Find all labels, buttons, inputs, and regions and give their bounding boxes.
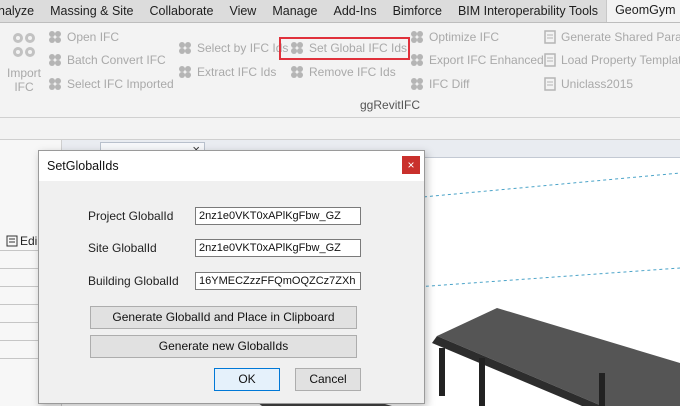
ribbon-bottom-strip xyxy=(0,118,680,140)
panel-title: ggRevitIFC xyxy=(360,98,421,112)
tab-manage[interactable]: Manage xyxy=(264,0,325,22)
select-ifc-imported-label: Select IFC Imported xyxy=(67,77,174,91)
generate-new-globalids-button[interactable]: Generate new GlobalIds xyxy=(90,335,357,358)
site-globalid-input[interactable] xyxy=(195,239,361,257)
generate-shared-param-button[interactable]: Generate Shared Param xyxy=(544,30,680,44)
batch-convert-ifc-button[interactable]: Batch Convert IFC xyxy=(48,53,166,67)
site-globalid-label: Site GlobalId xyxy=(88,241,157,255)
open-ifc-button[interactable]: Open IFC xyxy=(48,30,119,44)
document-icon xyxy=(544,77,556,91)
dialog-titlebar: SetGlobalIds × xyxy=(39,151,424,181)
set-global-ids-dialog: SetGlobalIds × Project GlobalId Site Glo… xyxy=(38,150,425,404)
import-ifc-button[interactable]: Import IFC xyxy=(4,29,44,94)
ifc-cluster-icon xyxy=(49,31,61,43)
ifc-cluster-icon xyxy=(411,31,423,43)
select-ifc-imported-button[interactable]: Select IFC Imported xyxy=(48,77,174,91)
ifc-cluster-icon xyxy=(291,66,303,78)
tab-view[interactable]: View xyxy=(221,0,264,22)
load-property-template-button[interactable]: Load Property Template xyxy=(544,53,680,67)
tab-bimforce[interactable]: Bimforce xyxy=(385,0,450,22)
extract-ifc-ids-label: Extract IFC Ids xyxy=(197,65,277,79)
tab-analyze[interactable]: nalyze xyxy=(0,0,42,22)
tab-geomgym[interactable]: GeomGym xyxy=(606,0,680,22)
ok-button[interactable]: OK xyxy=(214,368,280,391)
ifc-diff-label: IFC Diff xyxy=(429,77,470,91)
generate-shared-param-label: Generate Shared Param xyxy=(561,30,680,44)
export-ifc-enhanced-label: Export IFC Enhanced xyxy=(429,53,544,67)
export-ifc-enhanced-button[interactable]: Export IFC Enhanced xyxy=(410,53,544,67)
project-globalid-input[interactable] xyxy=(195,207,361,225)
tab-massing-site[interactable]: Massing & Site xyxy=(42,0,141,22)
set-global-ifc-ids-label: Set Global IFC Ids xyxy=(309,41,408,55)
close-icon[interactable]: × xyxy=(402,156,420,174)
open-ifc-label: Open IFC xyxy=(67,30,120,44)
tab-add-ins[interactable]: Add-Ins xyxy=(326,0,385,22)
ifc-cluster-icon xyxy=(411,78,423,90)
generate-clipboard-button[interactable]: Generate GlobalId and Place in Clipboard xyxy=(90,306,357,329)
optimize-ifc-label: Optimize IFC xyxy=(429,30,500,44)
ifc-cluster-icon xyxy=(49,54,61,66)
building-globalid-input[interactable] xyxy=(195,272,361,290)
edit-label: Edi xyxy=(20,234,38,248)
batch-convert-ifc-label: Batch Convert IFC xyxy=(67,53,166,67)
dialog-title: SetGlobalIds xyxy=(47,159,119,173)
ifc-cluster-icon xyxy=(291,42,303,54)
import-ifc-icon xyxy=(13,33,35,57)
remove-ifc-ids-label: Remove IFC Ids xyxy=(309,65,396,79)
select-by-ifc-ids-label: Select by IFC Ids xyxy=(197,41,289,55)
set-global-ifc-ids-button[interactable]: Set Global IFC Ids xyxy=(290,41,407,55)
remove-ifc-ids-button[interactable]: Remove IFC Ids xyxy=(290,65,396,79)
ifc-cluster-icon xyxy=(179,42,191,54)
load-property-template-label: Load Property Template xyxy=(561,53,680,67)
ifc-cluster-icon xyxy=(179,66,191,78)
ribbon-tab-bar: nalyze Massing & Site Collaborate View M… xyxy=(0,0,680,23)
tab-collaborate[interactable]: Collaborate xyxy=(142,0,222,22)
import-label-line2: IFC xyxy=(14,80,34,94)
document-icon xyxy=(544,53,556,67)
select-by-ifc-ids-button[interactable]: Select by IFC Ids xyxy=(178,41,288,55)
extract-ifc-ids-button[interactable]: Extract IFC Ids xyxy=(178,65,276,79)
edit-type-button[interactable]: Edi xyxy=(6,234,37,248)
ifc-cluster-icon xyxy=(411,54,423,66)
ifc-cluster-icon xyxy=(49,78,61,90)
building-globalid-label: Building GlobalId xyxy=(88,274,179,288)
cancel-button[interactable]: Cancel xyxy=(295,368,361,391)
optimize-ifc-button[interactable]: Optimize IFC xyxy=(410,30,499,44)
ribbon-panel: Import IFC Open IFC Batch Convert IFC Se… xyxy=(0,23,680,118)
uniclass2015-button[interactable]: Uniclass2015 xyxy=(544,77,633,91)
tab-bim-interoperability-tools[interactable]: BIM Interoperability Tools xyxy=(450,0,606,22)
uniclass2015-label: Uniclass2015 xyxy=(561,77,634,91)
document-icon xyxy=(544,30,556,44)
project-globalid-label: Project GlobalId xyxy=(88,209,174,223)
edit-icon xyxy=(6,235,18,247)
import-label-line1: Import xyxy=(6,66,41,80)
ifc-diff-button[interactable]: IFC Diff xyxy=(410,77,469,91)
